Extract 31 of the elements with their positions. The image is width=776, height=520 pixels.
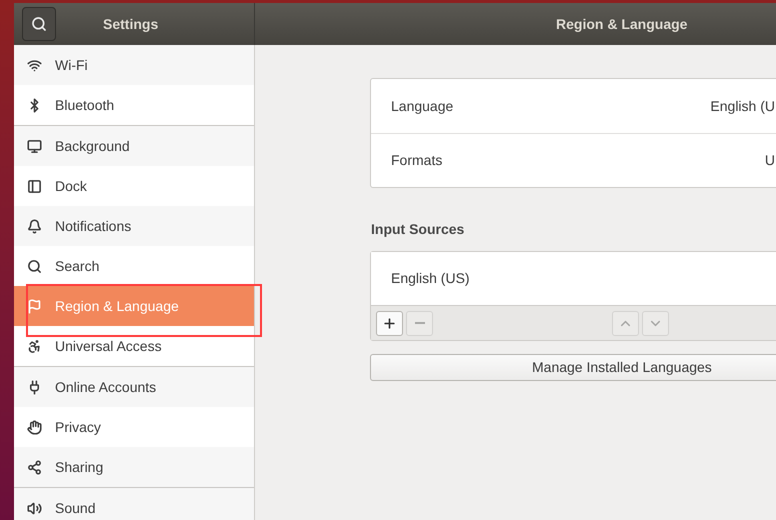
sidebar-item[interactable]: Sharing — [14, 447, 254, 487]
search-icon — [27, 258, 42, 274]
dock-icon — [27, 178, 42, 194]
speaker-icon — [27, 500, 42, 516]
minus-icon — [414, 322, 424, 324]
accessibility-icon — [27, 338, 42, 354]
sidebar-item[interactable]: Online Accounts — [14, 367, 254, 407]
search-icon — [31, 16, 47, 32]
sidebar-item[interactable]: Wi-Fi — [14, 45, 254, 85]
sidebar-title: Settings — [103, 14, 158, 34]
search-button[interactable] — [22, 7, 56, 41]
setting-label: Language — [391, 96, 454, 116]
manage-languages-button[interactable]: Manage Installed Languages — [370, 354, 776, 381]
monitor-icon — [27, 138, 42, 154]
plus-icon — [382, 316, 397, 330]
sidebar-item[interactable]: Sound — [14, 488, 254, 520]
plug-icon — [27, 380, 42, 394]
flag-icon — [27, 298, 42, 314]
setting-label: Formats — [391, 151, 442, 170]
setting-value: U — [764, 151, 775, 170]
sidebar-item[interactable]: Notifications — [14, 206, 254, 246]
window-title: Region & Language — [556, 14, 688, 34]
add-button[interactable] — [376, 310, 403, 336]
share-icon — [27, 460, 42, 474]
sidebar-item[interactable]: Background — [14, 126, 254, 166]
section-heading: Input Sources — [371, 220, 464, 239]
list-row[interactable]: English (US) — [371, 252, 776, 305]
wifi-icon — [27, 58, 42, 72]
bell-icon — [27, 218, 42, 234]
setting-value: English (U — [710, 96, 775, 116]
hand-icon — [27, 420, 42, 434]
